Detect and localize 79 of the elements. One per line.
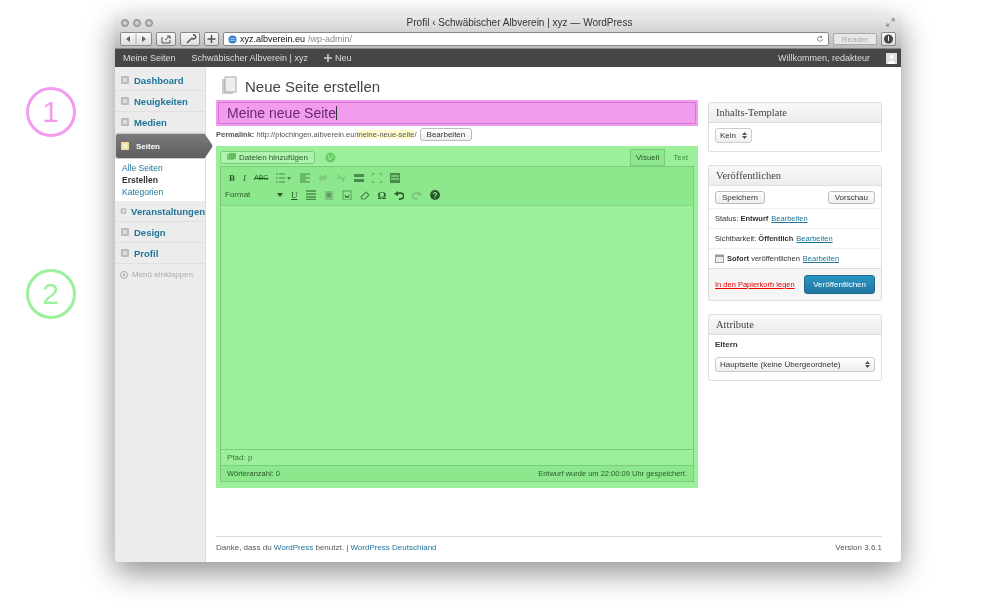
edit-permalink-button[interactable]: Bearbeiten	[419, 128, 473, 141]
parent-select[interactable]: Hauptseite (keine Übergeordnete)	[715, 357, 875, 372]
close-icon[interactable]	[121, 18, 129, 27]
publish-button[interactable]: Veröffentlichen	[804, 275, 875, 294]
admin-bar-link[interactable]: Schwäbischer Albverein | xyz	[191, 53, 308, 63]
annotation-number: 1	[25, 87, 76, 137]
parent-label: Eltern	[715, 340, 739, 349]
editor-tab[interactable]: Visuell	[629, 148, 666, 166]
template-select[interactable]: Kein	[715, 128, 752, 143]
menu-icon	[120, 75, 130, 85]
wordpress-deutschland-link[interactable]: WordPress Deutschland	[350, 543, 437, 552]
more-tag-icon[interactable]	[354, 172, 365, 183]
submenu-item[interactable]: Kategorien	[122, 187, 205, 197]
paste-word-icon[interactable]	[341, 189, 352, 200]
plus-icon[interactable]	[204, 32, 219, 46]
eraser-icon[interactable]	[359, 189, 370, 200]
submenu-item[interactable]: Erstellen	[122, 175, 205, 185]
version-text: Version 3.6.1	[835, 543, 882, 552]
title-field[interactable]: Meine neue Seite	[218, 102, 696, 124]
preview-button[interactable]: Vorschau	[827, 191, 875, 204]
panel-title: Veröffentlichen	[709, 166, 881, 186]
save-button[interactable]: Speichern	[715, 191, 766, 204]
annotation-number: 2	[25, 269, 76, 319]
sidebar-item[interactable]: Neuigkeiten	[115, 91, 205, 112]
sidebar-item[interactable]: Profil	[115, 243, 205, 264]
sidebar-item[interactable]: Dashboard	[115, 70, 205, 91]
submenu-item[interactable]: Alle Seiten	[122, 163, 205, 173]
paste-text-icon[interactable]	[323, 189, 334, 200]
reload-icon[interactable]	[815, 35, 824, 43]
stepper-icon	[742, 132, 747, 139]
editor-tab[interactable]: Text	[667, 148, 694, 166]
zoom-icon[interactable]	[145, 18, 153, 27]
page-heading: Neue Seite erstellen	[245, 77, 381, 95]
menu-icon	[120, 96, 130, 106]
toolbar-toggle-icon[interactable]	[390, 172, 401, 183]
help-icon[interactable]	[430, 189, 441, 200]
footer-text: Danke, dass du WordPress benutzt. | WordPress Deutschland	[216, 543, 437, 552]
back-forward-icon[interactable]	[120, 32, 152, 46]
menu-icon	[120, 227, 130, 237]
menu-icon	[120, 206, 128, 216]
menu-icon	[120, 141, 130, 151]
undo-icon[interactable]	[394, 189, 405, 200]
fullscreen-icon[interactable]	[372, 172, 383, 183]
admin-bar-link[interactable]: Meine Seiten	[123, 53, 176, 63]
minimize-icon[interactable]	[133, 18, 141, 27]
format-select[interactable]: Format	[225, 190, 283, 199]
italic-button[interactable]: I	[243, 172, 246, 183]
window-title: Profil ‹ Schwäbischer Albverein | xyz — WordPress	[405, 17, 634, 28]
sidebar-item[interactable]: Design	[115, 222, 205, 243]
new-link[interactable]: Neu	[323, 53, 352, 63]
bold-button[interactable]: B	[229, 172, 235, 183]
menu-icon	[120, 248, 130, 258]
wordpress-link[interactable]: WordPress	[273, 543, 314, 552]
justify-icon[interactable]	[305, 189, 316, 200]
avatar-icon[interactable]	[886, 52, 897, 64]
stepper-icon	[865, 361, 870, 368]
address-field[interactable]: xyz.albverein.eu /wp-admin/	[223, 32, 829, 46]
pages-icon	[221, 76, 237, 96]
plugin-icon[interactable]	[324, 151, 336, 163]
collapse-icon	[120, 270, 128, 279]
calendar-icon	[715, 254, 724, 263]
caret-icon	[277, 192, 283, 197]
wrench-icon[interactable]	[180, 32, 200, 46]
underline-button[interactable]: U	[291, 189, 298, 200]
media-icon	[227, 153, 236, 161]
sidebar-item[interactable]: Seiten	[115, 133, 213, 159]
panel-title: Inhalts-Template	[709, 103, 881, 123]
add-media-button[interactable]: Dateien hinzufügen	[220, 150, 315, 164]
special-character-button[interactable]: Ω	[377, 188, 387, 201]
panel-title: Attribute	[709, 315, 881, 335]
greeting-link[interactable]: Willkommen, redakteur	[777, 53, 870, 63]
bullet-list-icon[interactable]	[276, 172, 293, 183]
redo-icon[interactable]	[412, 189, 423, 200]
share-icon[interactable]	[156, 32, 176, 46]
plus-icon	[323, 54, 332, 62]
menu-icon	[120, 117, 130, 127]
fullscreen-icon[interactable]	[886, 18, 895, 27]
globe-icon	[228, 34, 237, 44]
sidebar-item[interactable]: Veranstaltungen	[115, 201, 205, 222]
